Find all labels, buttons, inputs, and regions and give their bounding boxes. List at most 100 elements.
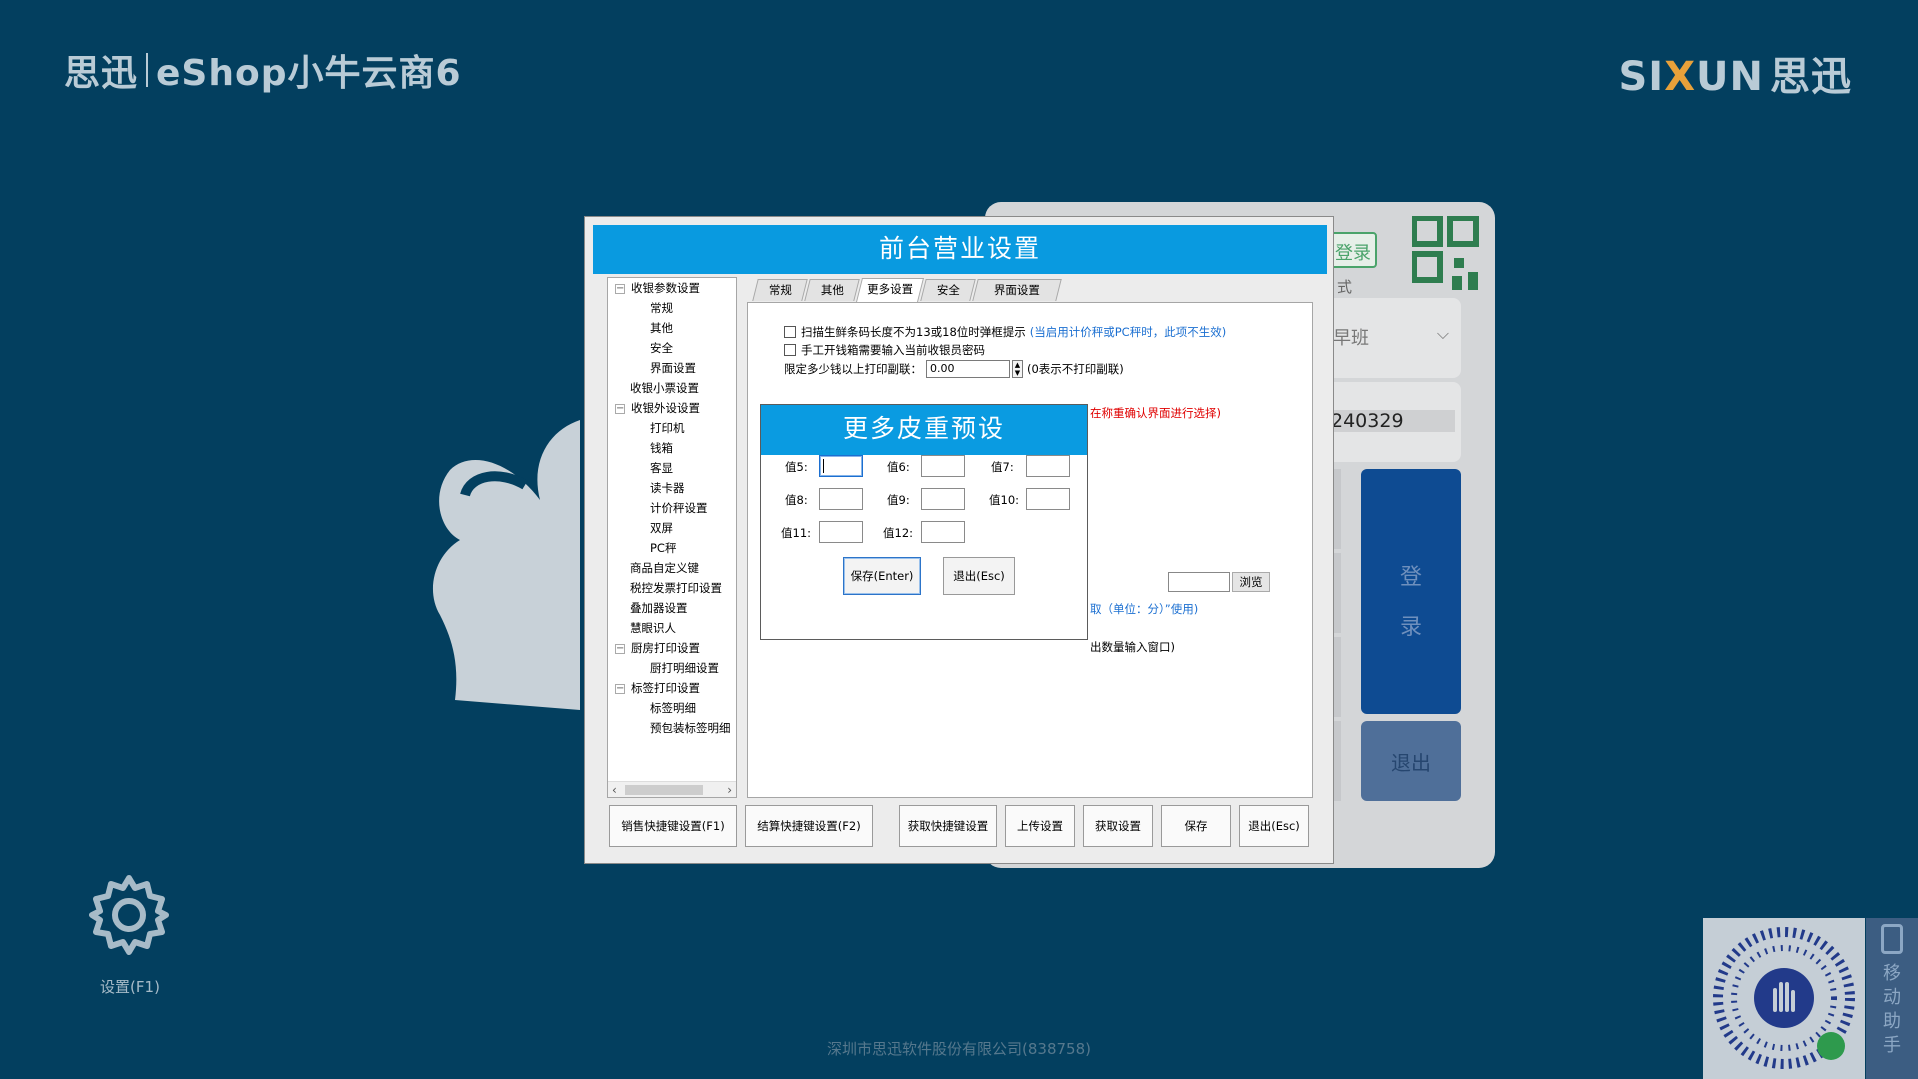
print-threshold-input[interactable]: 0.00 xyxy=(926,360,1010,378)
tab-general[interactable]: 常规 xyxy=(752,279,808,301)
tree-item[interactable]: 界面设置 xyxy=(608,358,736,378)
tree-item[interactable]: 收银小票设置 xyxy=(608,378,736,398)
shift-select[interactable]: 早班 ⌵ xyxy=(1325,298,1461,378)
scroll-thumb[interactable] xyxy=(625,785,703,795)
login-button[interactable]: 登 录 xyxy=(1361,469,1461,714)
tab-security[interactable]: 安全 xyxy=(920,279,976,301)
tree-horizontal-scrollbar[interactable]: ‹ › xyxy=(608,781,736,797)
shift-select-value: 早班 xyxy=(1333,328,1369,349)
option-cashbox-password[interactable]: 手工开钱箱需要输入当前收银员密码 xyxy=(784,342,985,358)
brand-product-name: eShop小牛云商6 xyxy=(156,53,462,94)
tree-item[interactable]: 税控发票打印设置 xyxy=(608,578,736,598)
collapse-icon[interactable]: − xyxy=(615,403,625,414)
tab-label: 界面设置 xyxy=(993,283,1040,297)
tree-item[interactable]: 计价秤设置 xyxy=(608,498,736,518)
path-input[interactable] xyxy=(1168,572,1230,592)
tare-input-8[interactable] xyxy=(819,488,863,510)
tree-item[interactable]: − 收银外设设置 xyxy=(608,398,736,418)
tree-item[interactable]: 厨打明细设置 xyxy=(608,658,736,678)
tare-save-button[interactable]: 保存(Enter) xyxy=(843,557,921,595)
collapse-icon[interactable]: − xyxy=(615,643,625,654)
tare-input-12[interactable] xyxy=(921,521,965,543)
tare-exit-button[interactable]: 退出(Esc) xyxy=(943,557,1015,595)
login-button-char: 录 xyxy=(1399,615,1422,640)
tare-input-10[interactable] xyxy=(1026,488,1070,510)
gear-icon[interactable] xyxy=(86,872,172,958)
text-caret xyxy=(823,459,824,473)
login-button-char: 登 xyxy=(1399,565,1422,590)
tree-item[interactable]: 商品自定义键 xyxy=(608,558,736,578)
exit-button[interactable]: 退出 xyxy=(1361,721,1461,801)
tree-item-label: 标签明细 xyxy=(650,701,696,715)
tree-item[interactable]: − 厨房打印设置 xyxy=(608,638,736,658)
collapse-icon[interactable]: − xyxy=(615,283,625,294)
tab-label: 更多设置 xyxy=(867,282,914,296)
checkbox[interactable] xyxy=(784,344,796,356)
fetch-hotkey-button[interactable]: 获取快捷键设置 xyxy=(899,805,997,847)
tree-item[interactable]: 打印机 xyxy=(608,418,736,438)
sale-hotkey-button[interactable]: 销售快捷键设置(F1) xyxy=(609,805,737,847)
tare-input-7[interactable] xyxy=(1026,455,1070,477)
tare-input-9[interactable] xyxy=(921,488,965,510)
tree-item[interactable]: 客显 xyxy=(608,458,736,478)
tree-item-label: 收银小票设置 xyxy=(630,381,699,395)
fetch-settings-button[interactable]: 获取设置 xyxy=(1083,805,1153,847)
settle-hotkey-button[interactable]: 结算快捷键设置(F2) xyxy=(745,805,873,847)
tree-item-label: 打印机 xyxy=(650,421,685,435)
tree-item[interactable]: 双屏 xyxy=(608,518,736,538)
tare-input-11[interactable] xyxy=(819,521,863,543)
tree-item[interactable]: 其他 xyxy=(608,318,736,338)
tab-interface[interactable]: 界面设置 xyxy=(972,279,1062,301)
tree-item-label: 常规 xyxy=(650,301,673,315)
upload-settings-button[interactable]: 上传设置 xyxy=(1005,805,1075,847)
tree-item-label: 读卡器 xyxy=(650,481,685,495)
dialog-title: 前台营业设置 xyxy=(593,225,1327,274)
tare-input-6[interactable] xyxy=(921,455,965,477)
front-settings-dialog: 前台营业设置 − 收银参数设置 常规 其他 安全 界面设置 收银小票设置 − 收银外设设置 打印机… xyxy=(584,216,1334,864)
tree-item[interactable]: 慧眼识人 xyxy=(608,618,736,638)
tree-item[interactable]: 预包装标签明细 xyxy=(608,718,736,738)
save-button[interactable]: 保存 xyxy=(1161,805,1231,847)
tree-item[interactable]: 读卡器 xyxy=(608,478,736,498)
qr-code-icon[interactable] xyxy=(1412,216,1480,292)
tree-item-label: 计价秤设置 xyxy=(650,501,708,515)
mini-program-qr-icon[interactable] xyxy=(1703,918,1865,1079)
option-label: 手工开钱箱需要输入当前收银员密码 xyxy=(801,343,985,357)
tree-item[interactable]: 安全 xyxy=(608,338,736,358)
tare-label-8: 值8: xyxy=(785,493,808,507)
tree-item-label: 其他 xyxy=(650,321,673,335)
brand-separator xyxy=(146,53,149,87)
tree-item[interactable]: − 标签打印设置 xyxy=(608,678,736,698)
option-scan-fresh-barcode[interactable]: 扫描生鲜条码长度不为13或18位时弹框提示 (当启用计价秤或PC秤时，此项不生效… xyxy=(784,324,1226,340)
bull-mascot-icon xyxy=(432,420,580,710)
settings-label[interactable]: 设置(F1) xyxy=(80,976,180,997)
tree-item-label: 安全 xyxy=(650,341,673,355)
tab-other[interactable]: 其他 xyxy=(804,279,860,301)
tree-item[interactable]: 钱箱 xyxy=(608,438,736,458)
chevron-down-icon: ⌵ xyxy=(1436,324,1449,343)
spinner-arrows-icon[interactable]: ▲ ▼ xyxy=(1012,360,1023,378)
exit-esc-button[interactable]: 退出(Esc) xyxy=(1239,805,1309,847)
tree-item-label: 界面设置 xyxy=(650,361,696,375)
tree-item[interactable]: 叠加器设置 xyxy=(608,598,736,618)
tare-label-10: 值10: xyxy=(989,493,1020,507)
mobile-helper-button[interactable]: 移动助手 xyxy=(1866,918,1918,1079)
tree-item-label: 标签打印设置 xyxy=(631,681,700,695)
collapse-icon[interactable]: − xyxy=(615,683,625,694)
settings-tree-items: − 收银参数设置常规其他安全界面设置收银小票设置 − 收银外设设置打印机钱箱 客显读卡器… xyxy=(608,278,736,738)
checkbox[interactable] xyxy=(784,326,796,338)
tree-item[interactable]: PC秤 xyxy=(608,538,736,558)
tare-input-5[interactable] xyxy=(819,455,863,477)
scroll-left-icon[interactable]: ‹ xyxy=(612,782,617,797)
scroll-right-icon[interactable]: › xyxy=(727,782,732,797)
tree-item[interactable]: − 收银参数设置 xyxy=(608,278,736,298)
tree-item[interactable]: 标签明细 xyxy=(608,698,736,718)
tab-more-settings[interactable]: 更多设置 xyxy=(856,278,924,302)
tree-item-label: 双屏 xyxy=(650,521,673,535)
tree-item-label: 商品自定义键 xyxy=(630,561,699,575)
tree-item[interactable]: 常规 xyxy=(608,298,736,318)
option-print-threshold: 限定多少钱以上打印副联： 0.00 ▲ ▼ (0表示不打印副联) xyxy=(784,360,1124,378)
tare-label-6: 值6: xyxy=(887,460,910,474)
browse-button[interactable]: 浏览 xyxy=(1232,572,1270,592)
tare-label-5: 值5: xyxy=(785,460,808,474)
